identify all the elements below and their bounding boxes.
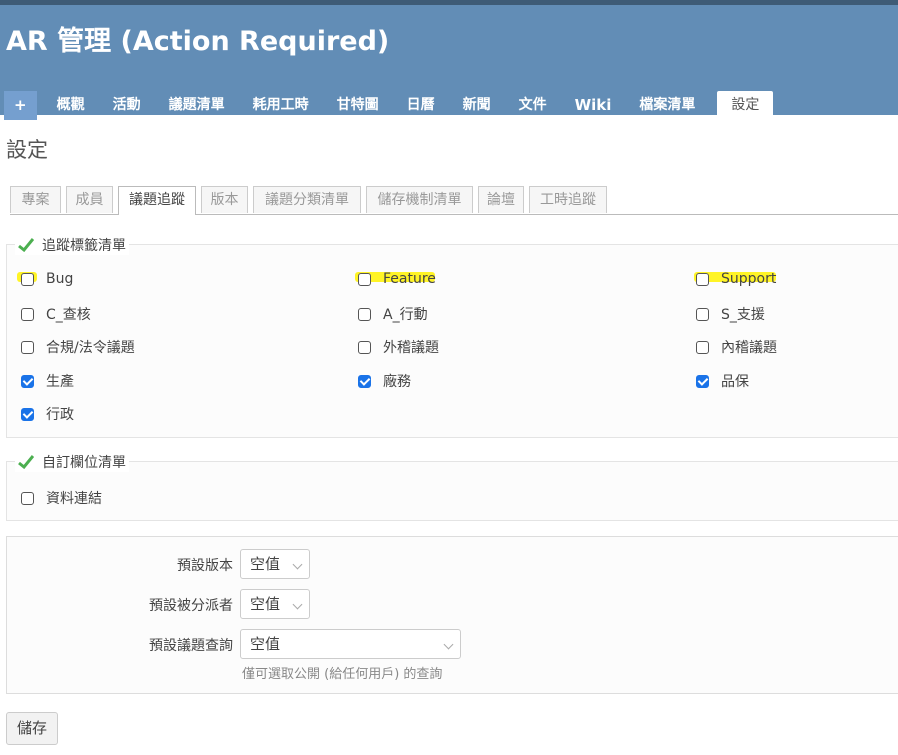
- checkbox[interactable]: [21, 340, 34, 354]
- tracker-compliance[interactable]: 合規/法令議題: [21, 337, 135, 357]
- tab-project[interactable]: 專案: [10, 186, 61, 213]
- tracker-production[interactable]: 生產: [21, 371, 74, 391]
- tab-versions[interactable]: 版本: [201, 186, 248, 213]
- menu-gantt[interactable]: 甘特圖: [323, 91, 393, 120]
- menu-overview[interactable]: 概觀: [43, 91, 99, 120]
- checkbox[interactable]: [358, 340, 371, 354]
- trackers-legend: 追蹤標籤清單: [15, 235, 129, 255]
- default-query-label: 預設議題查詢: [149, 638, 233, 654]
- tracker-s-support[interactable]: S_支援: [696, 304, 765, 324]
- check-icon: [18, 455, 34, 469]
- page-title: 設定: [6, 138, 48, 162]
- checkbox[interactable]: [21, 491, 34, 505]
- new-object-button[interactable]: +: [4, 91, 37, 120]
- tab-time-tracking[interactable]: 工時追蹤: [529, 186, 607, 213]
- checkbox[interactable]: [21, 374, 34, 388]
- query-hint: 僅可選取公開 (給任何用戶) 的查詢: [242, 667, 443, 682]
- tracker-feature[interactable]: Feature: [358, 271, 436, 287]
- checkbox[interactable]: [696, 272, 709, 286]
- trackers-fieldset: 追蹤標籤清單 Bug Feature Support C_查核 A_行動 S_支…: [6, 235, 898, 438]
- tracker-support[interactable]: Support: [696, 271, 776, 287]
- menu-calendar[interactable]: 日曆: [393, 91, 449, 120]
- tracker-bug[interactable]: Bug: [21, 271, 73, 287]
- chevron-down-icon: [443, 639, 454, 650]
- main-menu: + 概觀 活動 議題清單 耗用工時 甘特圖 日曆 新聞 文件 Wiki 檔案清單…: [0, 91, 774, 120]
- default-version-select[interactable]: 空值: [240, 549, 310, 579]
- project-title: AR 管理 (Action Required): [6, 26, 390, 57]
- menu-activity[interactable]: 活動: [99, 91, 155, 120]
- tracker-external-audit[interactable]: 外稽議題: [358, 337, 439, 357]
- menu-time-entries[interactable]: 耗用工時: [239, 91, 323, 120]
- checkbox[interactable]: [21, 307, 34, 321]
- chevron-down-icon: [292, 599, 303, 610]
- tracker-internal-audit[interactable]: 內稽議題: [696, 337, 777, 357]
- menu-wiki[interactable]: Wiki: [561, 91, 626, 120]
- checkbox[interactable]: [21, 407, 34, 421]
- checkbox[interactable]: [696, 374, 709, 388]
- custom-field-data-link[interactable]: 資料連結: [21, 488, 102, 508]
- menu-news[interactable]: 新聞: [449, 91, 505, 120]
- menu-settings[interactable]: 設定: [717, 91, 774, 120]
- menu-files[interactable]: 檔案清單: [625, 91, 709, 120]
- menu-documents[interactable]: 文件: [505, 91, 561, 120]
- tab-issue-tracking[interactable]: 議題追蹤: [118, 186, 196, 215]
- default-version-label: 預設版本: [177, 558, 233, 574]
- custom-fields-legend-label: 自訂欄位清單: [42, 455, 126, 471]
- tracker-quality[interactable]: 品保: [696, 371, 749, 391]
- default-assignee-select[interactable]: 空值: [240, 589, 310, 619]
- menu-issues[interactable]: 議題清單: [155, 91, 239, 120]
- tab-forums[interactable]: 論壇: [478, 186, 524, 213]
- tracker-c-check[interactable]: C_查核: [21, 304, 91, 324]
- settings-tabs: 專案 成員 議題追蹤 版本 議題分類清單 儲存機制清單 論壇 工時追蹤: [10, 186, 898, 215]
- tracker-facilities[interactable]: 廠務: [358, 371, 411, 391]
- default-query-select[interactable]: 空值: [240, 629, 461, 659]
- chevron-down-icon: [292, 559, 303, 570]
- tracker-a-action[interactable]: A_行動: [358, 304, 428, 324]
- tab-members[interactable]: 成員: [66, 186, 113, 213]
- tab-issue-categories[interactable]: 議題分類清單: [253, 186, 361, 213]
- check-icon: [18, 238, 34, 252]
- custom-fields-fieldset: 自訂欄位清單 資料連結: [6, 452, 898, 521]
- defaults-box: 預設版本 空值 預設被分派者 空值 預設議題查詢 空值 僅可選取公開 (給任何用…: [6, 536, 898, 694]
- project-header: AR 管理 (Action Required) + 概觀 活動 議題清單 耗用工…: [0, 5, 898, 120]
- trackers-legend-label: 追蹤標籤清單: [42, 238, 126, 254]
- checkbox[interactable]: [21, 272, 34, 286]
- custom-fields-legend: 自訂欄位清單: [15, 452, 129, 472]
- checkbox[interactable]: [696, 307, 709, 321]
- checkbox[interactable]: [696, 340, 709, 354]
- tracker-admin[interactable]: 行政: [21, 404, 74, 424]
- checkbox[interactable]: [358, 307, 371, 321]
- checkbox[interactable]: [358, 272, 371, 286]
- tab-repositories[interactable]: 儲存機制清單: [366, 186, 473, 213]
- default-assignee-label: 預設被分派者: [149, 598, 233, 614]
- save-button[interactable]: 儲存: [6, 712, 58, 745]
- checkbox[interactable]: [358, 374, 371, 388]
